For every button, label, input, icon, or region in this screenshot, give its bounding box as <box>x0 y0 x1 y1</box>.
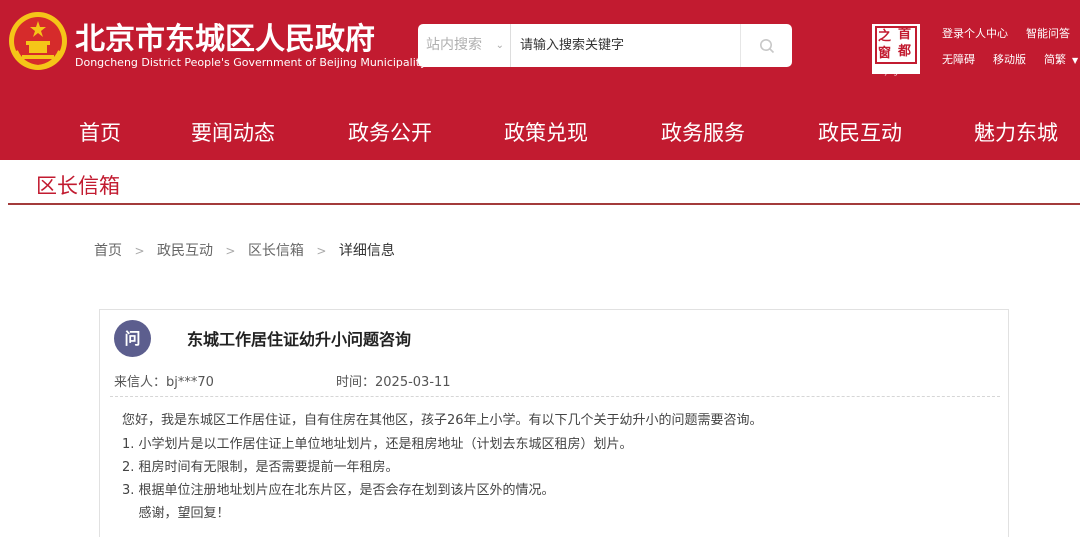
logo-caption: Beijing·China <box>873 68 921 76</box>
search-scope-label: 站内搜索 <box>426 37 482 53</box>
search-input[interactable] <box>512 24 740 67</box>
nav-item-news[interactable]: 要闻动态 <box>191 117 275 147</box>
caret-down-icon: ▼ <box>1072 56 1079 65</box>
time-label: 时间： <box>336 375 376 390</box>
site-header: 北京市东城区人民政府 Dongcheng District People's G… <box>0 0 1080 104</box>
logo-char: 首 <box>898 27 912 42</box>
site-subtitle: Dongcheng District People's Government o… <box>75 56 427 69</box>
sender-value: bj***70 <box>166 375 214 390</box>
card-divider <box>110 396 1000 397</box>
login-personal-center-link[interactable]: 登录个人中心 <box>942 25 1008 41</box>
breadcrumb-mayor-mailbox[interactable]: 区长信箱 <box>248 243 304 259</box>
nav-item-home[interactable]: 首页 <box>79 117 121 147</box>
simplified-traditional-label: 简繁 <box>1044 53 1066 66</box>
nav-item-policy-fulfillment[interactable]: 政策兑现 <box>504 117 588 147</box>
nav-item-public-interaction[interactable]: 政民互动 <box>818 117 902 147</box>
letter-body-line: 1. 小学划片是以工作居住证上单位地址划片，还是租房地址（计划去东城区租房）划片… <box>122 437 633 452</box>
letter-title: 东城工作居住证幼升小问题咨询 <box>187 330 412 349</box>
national-emblem-icon <box>9 12 67 70</box>
capital-window-logo[interactable]: 之 首 窗 都 <box>872 24 920 74</box>
search-scope-select[interactable]: 站内搜索 ⌄ <box>418 24 511 67</box>
letter-card: 问 东城工作居住证幼升小问题咨询 来信人：bj***70 时间：2025-03-… <box>99 309 1009 537</box>
breadcrumb-separator: > <box>134 244 145 258</box>
section-divider <box>8 203 1080 205</box>
breadcrumb-separator: > <box>316 244 327 258</box>
breadcrumb-separator: > <box>225 244 236 258</box>
time-info: 时间：2025-03-11 <box>336 371 451 390</box>
breadcrumb-home[interactable]: 首页 <box>94 243 122 259</box>
nav-item-gov-services[interactable]: 政务服务 <box>661 117 745 147</box>
chevron-down-icon: ⌄ <box>495 40 504 51</box>
search-button[interactable] <box>740 24 792 67</box>
sender-info: 来信人：bj***70 <box>114 371 214 390</box>
time-value: 2025-03-11 <box>375 375 451 390</box>
letter-body-line: 您好，我是东城区工作居住证，自有住房在其他区，孩子26年上小学。有以下几个关于幼… <box>122 413 763 428</box>
logo-char: 之 <box>878 29 892 44</box>
letter-body-line: 感谢，望回复！ <box>122 506 230 521</box>
site-title[interactable]: 北京市东城区人民政府 <box>75 14 375 58</box>
letter-body-line: 2. 租房时间有无限制，是否需要提前一年租房。 <box>122 460 399 475</box>
mobile-version-link[interactable]: 移动版 <box>993 51 1026 67</box>
section-title: 区长信箱 <box>36 174 120 198</box>
main-nav: 首页 要闻动态 政务公开 政策兑现 政务服务 政民互动 魅力东城 <box>0 104 1080 160</box>
nav-item-charm-dongcheng[interactable]: 魅力东城 <box>974 117 1058 147</box>
nav-item-gov-affairs-open[interactable]: 政务公开 <box>348 117 432 147</box>
breadcrumb-public-interaction[interactable]: 政民互动 <box>157 243 213 259</box>
smart-qa-link[interactable]: 智能问答 <box>1026 25 1070 41</box>
accessibility-link[interactable]: 无障碍 <box>942 51 975 67</box>
question-badge: 问 <box>114 320 151 357</box>
logo-char: 都 <box>898 44 912 59</box>
sender-label: 来信人： <box>114 375 167 390</box>
letter-body-line: 3. 根据单位注册地址划片应在北东片区，是否会存在划到该片区外的情况。 <box>122 483 555 498</box>
search-icon <box>759 38 774 53</box>
logo-char: 窗 <box>878 46 892 61</box>
search-box: 站内搜索 ⌄ <box>418 24 792 67</box>
simplified-traditional-toggle[interactable]: 简繁 ▼ <box>1044 51 1078 67</box>
breadcrumb: 首页 > 政民互动 > 区长信箱 > 详细信息 <box>94 240 395 260</box>
breadcrumb-current: 详细信息 <box>338 243 395 259</box>
